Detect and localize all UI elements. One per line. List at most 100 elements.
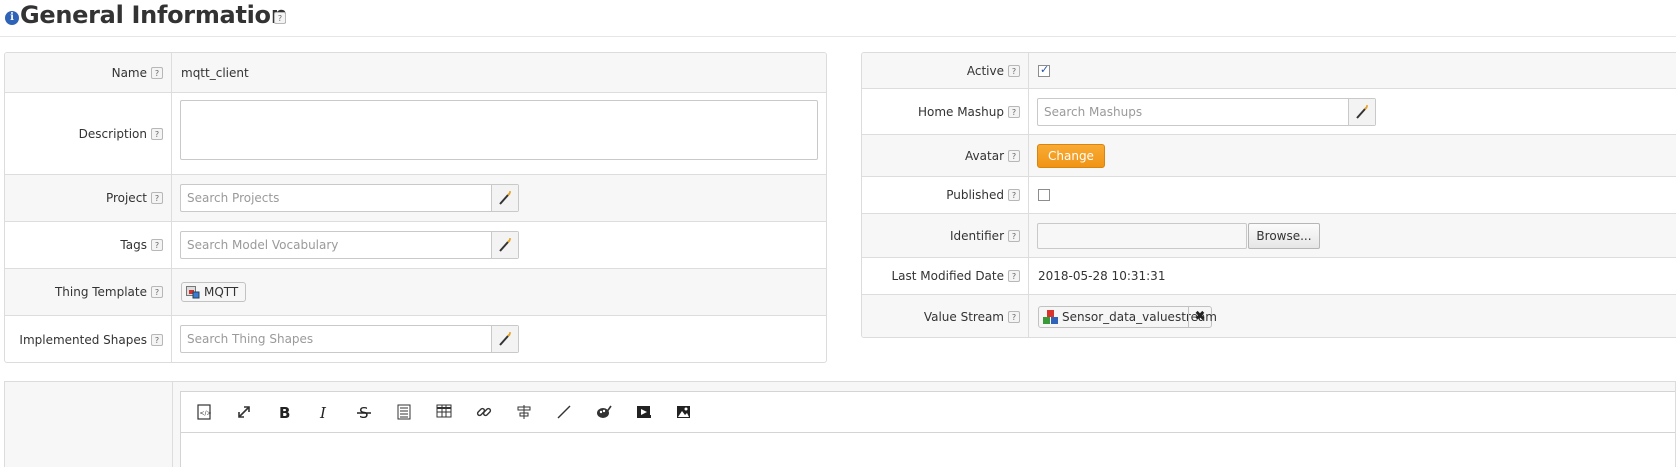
link-button[interactable]: [472, 401, 496, 423]
home-mashup-picker-button[interactable]: [1348, 99, 1375, 125]
identifier-label-cell: Identifier ?: [862, 214, 1029, 257]
help-icon[interactable]: ?: [151, 239, 163, 251]
shapes-picker-button[interactable]: [491, 326, 518, 352]
description-label-cell: Description ?: [5, 93, 172, 174]
magic-wand-icon: [499, 332, 511, 346]
home-mashup-value-cell: [1029, 89, 1676, 134]
thing-template-icon: [186, 286, 200, 299]
shapes-search-input[interactable]: [181, 326, 492, 352]
implemented-shapes-label-cell: Implemented Shapes ?: [5, 316, 172, 362]
tags-value-cell: [172, 222, 826, 268]
source-code-icon: </>: [197, 404, 212, 420]
bold-button[interactable]: B: [272, 401, 296, 423]
active-label-cell: Active ?: [862, 53, 1029, 88]
help-icon[interactable]: ?: [151, 66, 163, 79]
description-row: Description ?: [5, 93, 826, 175]
table-icon: [436, 404, 452, 418]
color-button[interactable]: [592, 401, 616, 423]
change-avatar-button[interactable]: Change: [1037, 143, 1105, 168]
project-search-input[interactable]: [181, 185, 492, 211]
avatar-label: Avatar: [965, 148, 1004, 163]
project-label-cell: Project ?: [5, 175, 172, 221]
home-mashup-search-input[interactable]: [1038, 99, 1349, 125]
description-value-cell: [172, 93, 826, 174]
remove-value-stream-button[interactable]: ✖: [1188, 307, 1211, 327]
active-checkbox[interactable]: ✓: [1038, 63, 1050, 77]
help-icon[interactable]: ?: [1008, 64, 1020, 77]
general-info-left-panel: Name ? mqtt_client Description ? Project…: [4, 52, 827, 363]
project-row: Project ?: [5, 175, 826, 222]
active-value-cell: ✓: [1029, 53, 1676, 88]
help-icon[interactable]: ?: [151, 286, 163, 298]
source-code-button[interactable]: </>: [192, 401, 216, 423]
identifier-input[interactable]: [1037, 222, 1247, 249]
tags-search-input[interactable]: [181, 232, 492, 258]
published-label-cell: Published ?: [862, 177, 1029, 213]
project-label: Project: [105, 191, 147, 205]
help-icon[interactable]: ?: [1008, 270, 1020, 282]
implemented-shapes-row: Implemented Shapes ?: [5, 316, 826, 362]
magic-wand-icon: [499, 238, 511, 252]
image-button[interactable]: [672, 401, 696, 423]
thing-template-chip[interactable]: MQTT: [181, 282, 246, 302]
published-row: Published ?: [862, 177, 1676, 214]
published-checkbox[interactable]: [1038, 189, 1050, 201]
color-palette-icon: [597, 405, 612, 418]
help-icon[interactable]: ?: [151, 192, 163, 204]
video-icon: [637, 406, 651, 418]
help-icon[interactable]: ?: [151, 127, 163, 140]
description-textarea[interactable]: [180, 100, 818, 160]
last-modified-label-cell: Last Modified Date ?: [862, 258, 1029, 294]
italic-icon: I: [319, 404, 327, 422]
editor-label-cell: [5, 382, 173, 467]
close-icon: ✖: [1194, 309, 1206, 324]
strikethrough-button[interactable]: S: [352, 401, 376, 423]
name-value-cell: mqtt_client: [172, 53, 826, 92]
svg-text:I: I: [319, 404, 327, 420]
video-button[interactable]: [632, 401, 656, 423]
svg-text:S: S: [359, 404, 369, 420]
published-label: Published: [946, 188, 1004, 202]
help-icon[interactable]: ?: [151, 334, 163, 346]
identifier-value-cell: Browse...: [1029, 214, 1676, 257]
help-icon[interactable]: ?: [274, 12, 286, 24]
help-icon[interactable]: ?: [1008, 189, 1020, 201]
active-label: Active: [966, 63, 1004, 78]
help-icon[interactable]: ?: [1008, 105, 1020, 118]
italic-button[interactable]: I: [312, 401, 336, 423]
active-row: Active ? ✓: [862, 53, 1676, 89]
help-icon[interactable]: ?: [1008, 229, 1020, 242]
name-row: Name ? mqtt_client: [5, 53, 826, 93]
tags-picker-button[interactable]: [491, 232, 518, 258]
fullscreen-button[interactable]: [232, 401, 256, 423]
value-stream-label: Value Stream: [923, 310, 1004, 324]
magic-wand-icon: [499, 191, 511, 205]
home-mashup-row: Home Mashup ?: [862, 89, 1676, 135]
info-icon: i: [5, 11, 19, 25]
last-modified-label: Last Modified Date: [891, 269, 1004, 283]
strikethrough-icon: S: [357, 404, 371, 422]
home-mashup-search-box: [1037, 98, 1376, 126]
help-icon[interactable]: ?: [1008, 311, 1020, 323]
align-button[interactable]: [512, 401, 536, 423]
svg-text:</>: </>: [200, 410, 212, 417]
tags-row: Tags ?: [5, 222, 826, 269]
horizontal-line-button[interactable]: [552, 401, 576, 423]
general-info-right-panel: Active ? ✓ Home Mashup ? Avatar ? Chan: [861, 52, 1676, 338]
thing-template-row: Thing Template ? MQTT: [5, 269, 826, 316]
tags-label: Tags: [120, 238, 147, 252]
last-modified-row: Last Modified Date ? 2018-05-28 10:31:31: [862, 258, 1676, 295]
help-icon[interactable]: ?: [1008, 149, 1020, 162]
tags-search-box: [180, 231, 519, 259]
editor-toolbar: </> B I S: [181, 392, 1675, 433]
list-button[interactable]: [392, 401, 416, 423]
browse-button[interactable]: Browse...: [1248, 222, 1320, 249]
magic-wand-icon: [1356, 105, 1368, 119]
value-stream-chip[interactable]: Sensor_data_valuestream ✖: [1038, 306, 1217, 328]
project-search-box: [180, 184, 519, 212]
table-button[interactable]: [432, 401, 456, 423]
home-mashup-label-cell: Home Mashup ?: [862, 89, 1029, 134]
name-value: mqtt_client: [181, 65, 249, 80]
shapes-search-box: [180, 325, 519, 353]
project-picker-button[interactable]: [491, 185, 518, 211]
